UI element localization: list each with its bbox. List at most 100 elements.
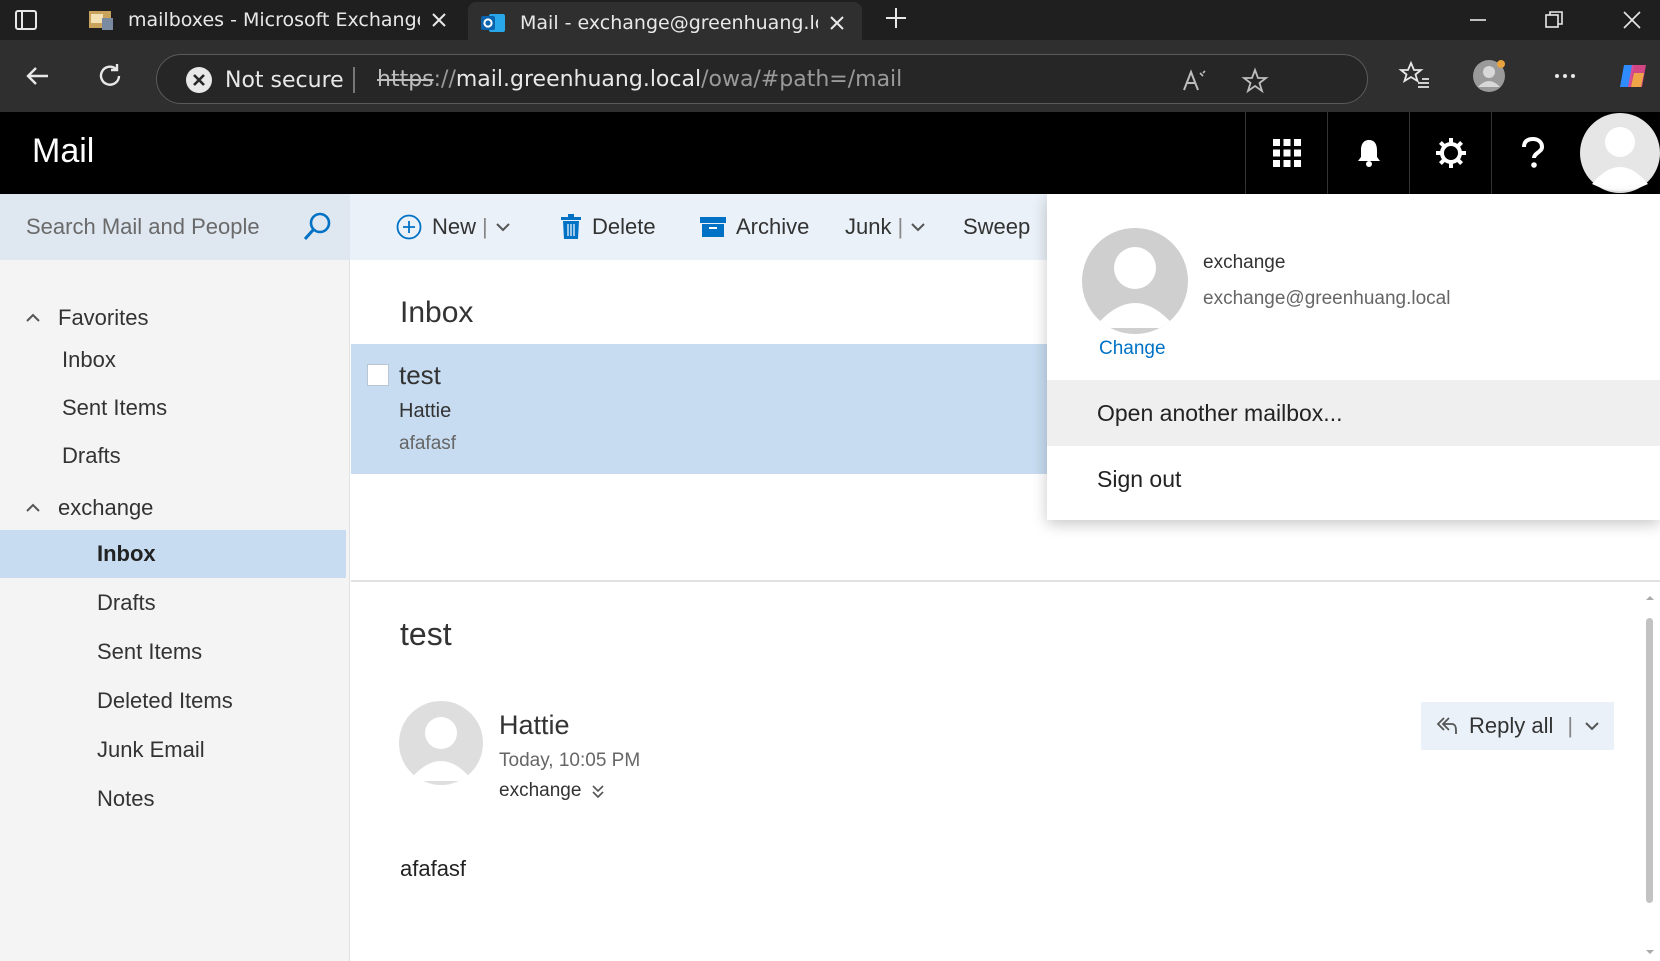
favorites-group-header[interactable]: Favorites [0, 298, 148, 338]
archive-button[interactable]: Archive [700, 194, 809, 260]
help-button[interactable] [1491, 112, 1573, 194]
close-window-icon[interactable] [1618, 6, 1646, 34]
search-icon[interactable] [300, 210, 334, 244]
copilot-icon[interactable] [1616, 59, 1650, 93]
chevron-down-icon[interactable] [909, 218, 927, 236]
message-select-checkbox[interactable] [367, 364, 389, 386]
screen: mailboxes - Microsoft Exchange Mail - ex… [0, 0, 1660, 961]
url-host: mail.greenhuang.local [455, 67, 702, 92]
app-launcher-button[interactable] [1245, 112, 1327, 194]
folder-label: Junk Email [97, 737, 205, 762]
profile-icon[interactable] [1472, 59, 1506, 93]
notifications-button[interactable] [1327, 112, 1409, 194]
account-label: exchange [58, 495, 154, 520]
folder-label: Notes [97, 786, 155, 811]
folder-sent-items[interactable]: Sent Items [0, 628, 346, 676]
browser-toolbar: Not secure https://mail.greenhuang.local… [0, 40, 1660, 112]
reading-subject: test [400, 616, 452, 652]
new-message-button[interactable]: New | [396, 194, 522, 260]
read-aloud-icon[interactable] [1179, 67, 1207, 95]
account-group-header[interactable]: exchange [0, 488, 153, 528]
sidebar-toggle-icon[interactable] [14, 8, 38, 32]
favorite-folder-sent-items[interactable]: Sent Items [0, 384, 346, 432]
open-another-mailbox-item[interactable]: Open another mailbox... [1047, 380, 1660, 446]
bell-icon [1357, 140, 1380, 167]
minimize-window-icon[interactable] [1464, 6, 1492, 34]
reading-pane-divider [351, 580, 1660, 582]
account-display-name: exchange [1203, 252, 1286, 273]
more-options-icon[interactable] [1548, 59, 1582, 93]
app-launcher-grid-icon [1272, 139, 1301, 167]
account-avatar-button[interactable] [1580, 112, 1660, 194]
sweep-button[interactable]: Sweep [963, 194, 1030, 260]
junk-button[interactable]: Junk | [845, 194, 937, 260]
restore-window-icon[interactable] [1540, 6, 1568, 34]
message-body: afafasf [400, 856, 467, 881]
scroll-thumb[interactable] [1646, 618, 1653, 903]
reading-recipients[interactable]: exchange [499, 780, 605, 802]
expand-recipients-icon[interactable] [591, 783, 605, 799]
reply-all-label: Reply all [1469, 713, 1554, 738]
owa-header: Mail [0, 112, 1660, 194]
chevron-down-icon[interactable] [494, 218, 512, 236]
browser-tab-mail[interactable]: Mail - exchange@greenhuang.local [468, 2, 862, 44]
sender-avatar[interactable] [399, 701, 483, 785]
favorite-folder-inbox[interactable]: Inbox [0, 336, 346, 384]
message-sender: Hattie [399, 400, 452, 422]
folder-label: Sent Items [97, 639, 203, 664]
person-silhouette-icon [1094, 247, 1176, 328]
url-scheme: https [377, 67, 434, 92]
folder-inbox[interactable]: Inbox [0, 530, 346, 578]
gear-icon [1435, 138, 1466, 168]
chevron-down-icon[interactable] [1583, 717, 1601, 735]
archive-label: Archive [736, 214, 810, 239]
split-divider: | [1567, 713, 1574, 738]
scroll-up-arrow-icon[interactable] [1640, 591, 1660, 605]
chevron-up-icon [26, 313, 40, 322]
folder-deleted-items[interactable]: Deleted Items [0, 677, 346, 725]
menu-item-label: Open another mailbox... [1097, 399, 1343, 426]
close-tab-icon[interactable] [430, 11, 448, 29]
person-silhouette-icon [409, 717, 473, 781]
sweep-label: Sweep [963, 214, 1031, 239]
reading-sender[interactable]: Hattie [499, 710, 570, 741]
delete-button[interactable]: Delete [560, 194, 656, 260]
sign-out-item[interactable]: Sign out [1047, 446, 1660, 512]
folder-drafts[interactable]: Drafts [0, 579, 346, 627]
close-tab-icon[interactable] [828, 14, 846, 32]
folder-label: Sent Items [62, 395, 168, 420]
app-title[interactable]: Mail [32, 132, 94, 171]
new-label: New [432, 214, 477, 239]
outlook-favicon-icon [481, 14, 505, 32]
site-security-indicator[interactable]: Not secure [185, 66, 344, 94]
folder-notes[interactable]: Notes [0, 775, 346, 823]
scroll-down-arrow-icon[interactable] [1640, 945, 1660, 959]
back-arrow-icon[interactable] [22, 60, 54, 92]
account-menu-avatar [1082, 228, 1188, 334]
favorite-star-icon[interactable] [1241, 67, 1269, 95]
folder-junk-email[interactable]: Junk Email [0, 726, 346, 774]
url-text[interactable]: https://mail.greenhuang.local/owa/#path=… [377, 67, 902, 92]
message-list-item[interactable]: test Hattie afafasf [351, 344, 1051, 474]
delete-label: Delete [592, 214, 656, 239]
split-divider: | [482, 214, 488, 239]
settings-button[interactable] [1409, 112, 1491, 194]
account-email: exchange@greenhuang.local [1203, 288, 1451, 309]
account-menu: exchange exchange@greenhuang.local Chang… [1047, 194, 1660, 520]
url-separator: :// [433, 67, 456, 92]
reply-all-button[interactable]: Reply all | [1421, 702, 1614, 750]
add-circle-icon [396, 214, 422, 240]
folder-label: Deleted Items [97, 688, 233, 713]
exchange-admin-favicon-icon [89, 11, 113, 30]
refresh-icon[interactable] [94, 60, 126, 92]
change-photo-link[interactable]: Change [1099, 338, 1166, 360]
favorite-folder-drafts[interactable]: Drafts [0, 432, 346, 480]
search-input[interactable] [0, 194, 290, 260]
browser-tab-mailboxes[interactable]: mailboxes - Microsoft Exchange [76, 0, 464, 40]
favorites-list-icon[interactable] [1398, 59, 1432, 93]
reply-all-icon [1436, 717, 1457, 734]
address-bar[interactable]: Not secure https://mail.greenhuang.local… [156, 54, 1368, 104]
new-tab-icon[interactable] [884, 6, 908, 30]
reading-pane-scrollbar[interactable] [1640, 590, 1660, 961]
folder-label: Inbox [97, 541, 156, 566]
